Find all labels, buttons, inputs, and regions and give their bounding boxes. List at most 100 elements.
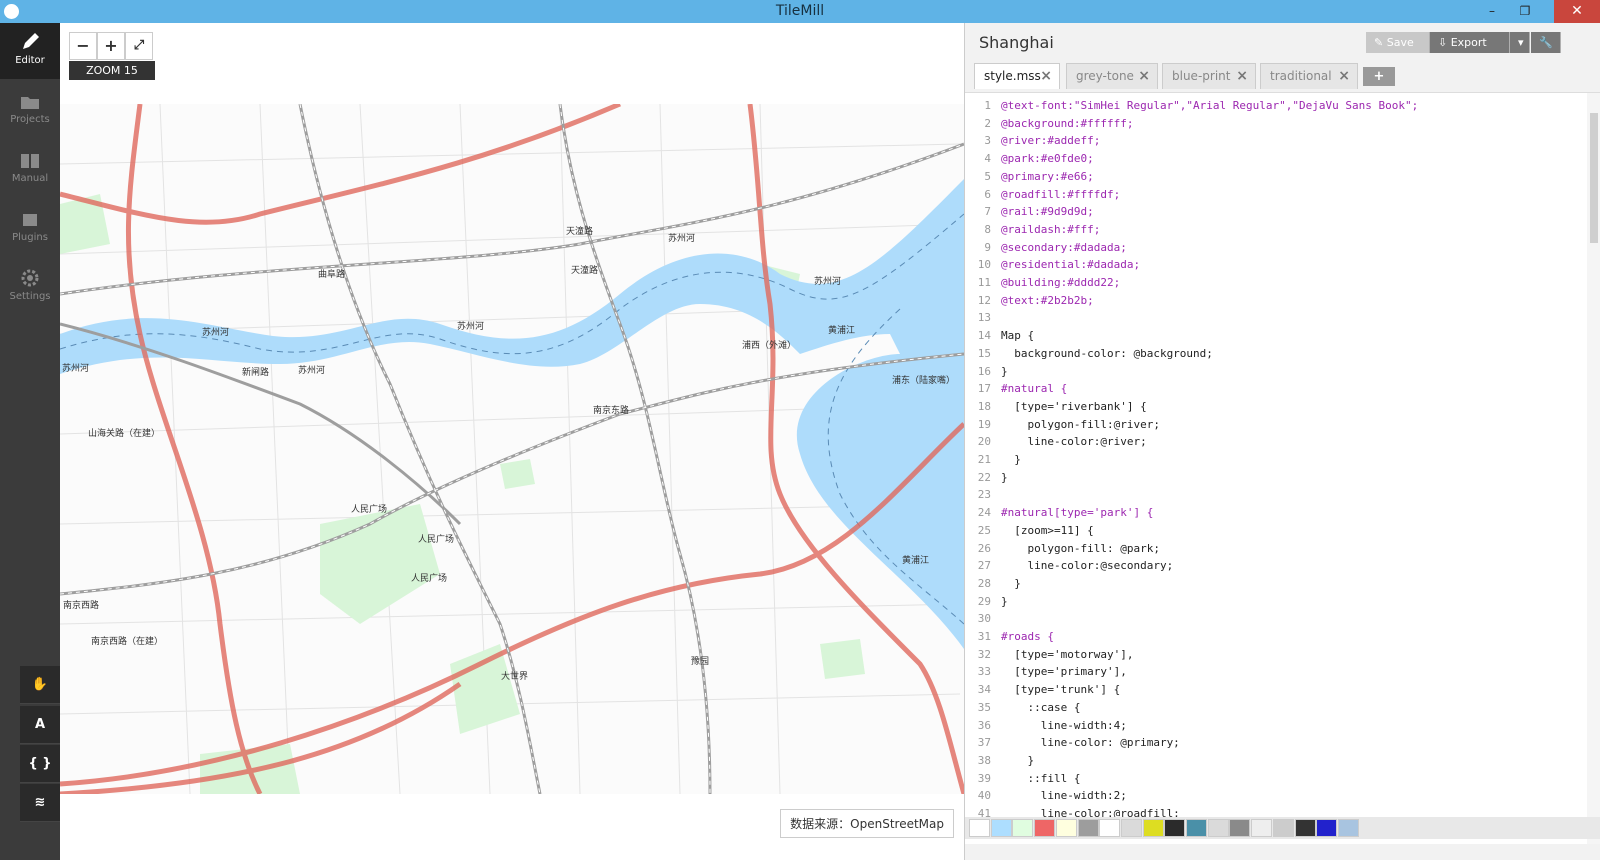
color-swatch[interactable] bbox=[1077, 819, 1099, 837]
code-line: #natural { bbox=[1001, 382, 1068, 396]
line-number: 40 bbox=[977, 789, 991, 803]
code-line: @residential:#dadada; bbox=[1001, 258, 1141, 272]
book-icon bbox=[21, 154, 39, 168]
code-line: [type='riverbank'] { bbox=[1001, 399, 1147, 413]
color-swatch[interactable] bbox=[1142, 819, 1164, 837]
code-line: @rail:#9d9d9d; bbox=[1001, 205, 1094, 219]
scroll-thumb[interactable] bbox=[1590, 113, 1598, 243]
color-swatch[interactable] bbox=[1251, 819, 1273, 837]
code-scrollbar[interactable] bbox=[1587, 93, 1600, 844]
color-swatch[interactable] bbox=[1099, 819, 1121, 837]
tab-grey-tone[interactable]: grey-tone × bbox=[1066, 63, 1158, 89]
code-line: [type='primary'], bbox=[1001, 665, 1127, 679]
map-label: 天潼路 bbox=[566, 227, 594, 237]
color-swatch[interactable] bbox=[1055, 819, 1077, 837]
zoom-in-button[interactable]: + bbox=[97, 32, 125, 60]
line-number: 7 bbox=[984, 205, 991, 219]
code-line: @primary:#e66; bbox=[1001, 169, 1094, 183]
line-number: 39 bbox=[977, 771, 991, 785]
close-button[interactable]: ✕ bbox=[1554, 0, 1600, 23]
settings-wrench-button[interactable]: 🔧 bbox=[1531, 32, 1561, 53]
close-tab-icon[interactable]: × bbox=[1338, 64, 1350, 88]
close-tab-icon[interactable]: × bbox=[1040, 64, 1052, 88]
line-number: 22 bbox=[977, 470, 991, 484]
chevron-down-icon: ▾ bbox=[1518, 36, 1524, 49]
code-line: } bbox=[1001, 753, 1035, 767]
color-swatch[interactable] bbox=[1034, 819, 1056, 837]
line-number: 2 bbox=[984, 116, 991, 130]
text-icon: A bbox=[34, 717, 46, 732]
line-number: 33 bbox=[977, 665, 991, 679]
zoom-out-button[interactable]: − bbox=[69, 32, 97, 60]
tab-label: grey-tone bbox=[1076, 69, 1134, 83]
map-view[interactable]: − + ⤢ ZOOM 15 天潼路 天潼路 曲阜路 苏州河 苏州河 苏州河 苏州… bbox=[60, 23, 964, 860]
map-label: 苏州河 bbox=[814, 277, 842, 287]
sidebar-item-label: Settings bbox=[9, 291, 51, 302]
color-swatch[interactable] bbox=[990, 819, 1012, 837]
line-number: 19 bbox=[977, 417, 991, 431]
layers-tool-button[interactable]: ≋ bbox=[20, 784, 60, 822]
map-label: 黄浦江 bbox=[902, 556, 930, 566]
hand-icon: ✋ bbox=[31, 677, 49, 692]
line-number: 18 bbox=[977, 399, 991, 413]
line-number: 9 bbox=[984, 240, 991, 254]
code-line: #natural[type='park'] { bbox=[1001, 506, 1154, 520]
code-tool-button[interactable]: { } bbox=[20, 745, 60, 783]
wrench-icon: 🔧 bbox=[1539, 36, 1553, 49]
code-line: @roadfill:#ffffdf; bbox=[1001, 187, 1121, 201]
export-dropdown-button[interactable]: ▾ bbox=[1510, 32, 1530, 53]
color-swatch[interactable] bbox=[1272, 819, 1294, 837]
color-swatch[interactable] bbox=[969, 819, 990, 837]
sidebar-item-editor[interactable]: Editor bbox=[0, 23, 60, 79]
color-swatch[interactable] bbox=[1316, 819, 1338, 837]
fullscreen-button[interactable]: ⤢ bbox=[125, 32, 153, 60]
sidebar-item-manual[interactable]: Manual bbox=[0, 141, 60, 197]
color-swatch[interactable] bbox=[1294, 819, 1316, 837]
save-button[interactable]: ✎ Save bbox=[1366, 32, 1430, 53]
code-line: [type='motorway'], bbox=[1001, 647, 1134, 661]
add-tab-button[interactable]: + bbox=[1363, 67, 1395, 86]
tab-blue-print[interactable]: blue-print × bbox=[1162, 63, 1256, 89]
code-line: } bbox=[1001, 470, 1008, 484]
line-number: 14 bbox=[977, 329, 991, 343]
color-swatch[interactable] bbox=[1229, 819, 1251, 837]
code-line: @background:#ffffff; bbox=[1001, 116, 1134, 130]
line-number: 15 bbox=[977, 346, 991, 360]
export-label: Export bbox=[1450, 36, 1487, 49]
export-button[interactable]: ⇩ Export bbox=[1430, 32, 1510, 53]
color-swatch[interactable] bbox=[1164, 819, 1186, 837]
line-number: 12 bbox=[977, 293, 991, 307]
minimize-button[interactable]: – bbox=[1479, 0, 1505, 23]
close-tab-icon[interactable]: × bbox=[1236, 64, 1248, 88]
map-canvas[interactable] bbox=[60, 104, 964, 794]
code-line: @text:#2b2b2b; bbox=[1001, 293, 1094, 307]
color-swatch[interactable] bbox=[1337, 819, 1359, 837]
pan-tool-button[interactable]: ✋ bbox=[20, 666, 60, 704]
restore-button[interactable]: ❐ bbox=[1512, 0, 1538, 23]
sidebar-item-label: Plugins bbox=[12, 232, 48, 243]
map-label: 南京西路 bbox=[63, 601, 100, 611]
sidebar-item-plugins[interactable]: Plugins bbox=[0, 200, 60, 256]
code-line: } bbox=[1001, 453, 1021, 466]
line-number: 32 bbox=[977, 647, 991, 661]
sidebar-item-projects[interactable]: Projects bbox=[0, 82, 60, 138]
code-editor[interactable]: 1 @text-font:"SimHei Regular","Arial Regu… bbox=[965, 92, 1600, 844]
sidebar: Editor Projects Manual Plugins Settings … bbox=[0, 23, 60, 860]
color-swatch[interactable] bbox=[1207, 819, 1229, 837]
sidebar-item-settings[interactable]: Settings bbox=[0, 259, 60, 315]
zoom-level-label: ZOOM 15 bbox=[69, 61, 155, 80]
code-line: polygon-fill:@river; bbox=[1001, 417, 1160, 431]
tab-traditional[interactable]: traditional × bbox=[1260, 63, 1358, 89]
tab-style-mss[interactable]: style.mss × bbox=[974, 63, 1060, 89]
close-tab-icon[interactable]: × bbox=[1138, 64, 1150, 88]
color-swatch[interactable] bbox=[1186, 819, 1207, 837]
code-line: background-color: @background; bbox=[1001, 346, 1213, 360]
line-number: 35 bbox=[977, 700, 991, 714]
layers-icon: ≋ bbox=[34, 795, 46, 810]
color-swatch[interactable] bbox=[1120, 819, 1142, 837]
code-line: } bbox=[1001, 576, 1021, 590]
color-swatch[interactable] bbox=[1012, 819, 1034, 837]
line-number: 25 bbox=[977, 523, 991, 537]
line-number: 21 bbox=[977, 453, 991, 466]
font-tool-button[interactable]: A bbox=[20, 706, 60, 744]
